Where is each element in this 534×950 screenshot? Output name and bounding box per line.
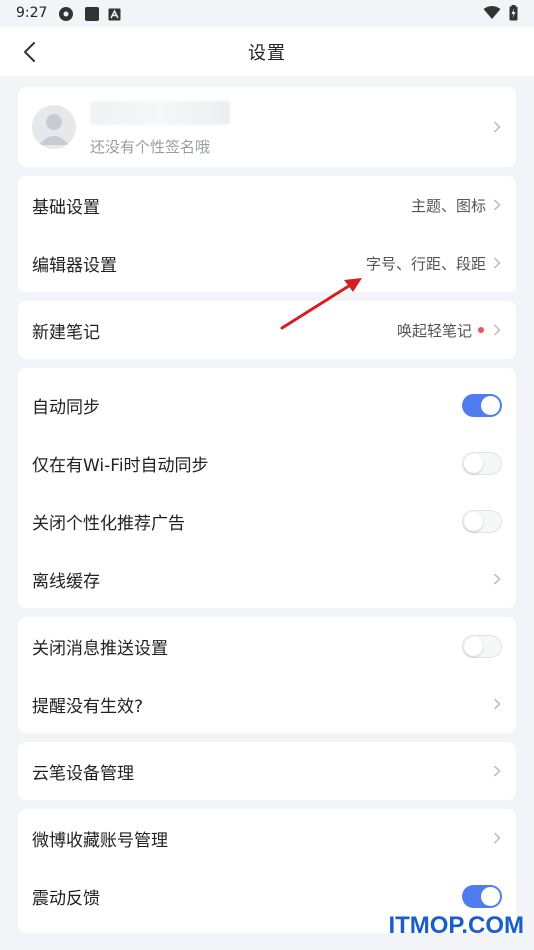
new-badge-dot	[478, 327, 484, 333]
chevron-right-icon	[493, 199, 501, 211]
wifi-icon	[483, 6, 501, 19]
vibration-feedback-toggle[interactable]	[462, 884, 502, 908]
weibo-account-row[interactable]: 微博收藏账号管理	[18, 809, 516, 867]
settings-sync-icon	[59, 7, 73, 21]
row-label: 编辑器设置	[32, 255, 117, 276]
row-label: 基础设置	[32, 197, 100, 218]
device-management-row[interactable]: 云笔设备管理	[18, 742, 516, 800]
row-label: 关闭消息推送设置	[32, 638, 168, 659]
app-notification-icon	[85, 7, 99, 21]
settings-group-sync: 自动同步 仅在有Wi-Fi时自动同步 关闭个性化推荐广告 离线缓存	[18, 368, 516, 608]
chevron-right-icon	[493, 573, 501, 585]
annotation-arrow-icon	[280, 278, 362, 330]
row-label: 自动同步	[32, 397, 100, 418]
row-label: 云笔设备管理	[32, 763, 134, 784]
editor-settings-row[interactable]: 编辑器设置 字号、行距、段距	[18, 234, 516, 292]
settings-group-basic: 基础设置 主题、图标 编辑器设置 字号、行距、段距	[18, 176, 516, 292]
push-notification-toggle[interactable]	[462, 634, 502, 658]
chevron-right-icon	[493, 121, 501, 133]
watermark: ITMOP.COM	[388, 912, 524, 939]
reminder-help-row[interactable]: 提醒没有生效?	[18, 675, 516, 733]
row-label: 微博收藏账号管理	[32, 830, 168, 851]
signature-text: 还没有个性签名哦	[90, 138, 211, 156]
chevron-right-icon	[493, 765, 501, 777]
settings-group-new-note: 新建笔记 唤起轻笔记	[18, 301, 516, 359]
wifi-only-sync-row: 仅在有Wi-Fi时自动同步	[18, 434, 516, 492]
new-note-row[interactable]: 新建笔记 唤起轻笔记	[18, 301, 516, 359]
font-notification-icon	[108, 8, 121, 21]
page-title: 设置	[248, 42, 286, 64]
nav-bar: 设置	[0, 27, 534, 76]
row-label: 震动反馈	[32, 888, 100, 909]
personalized-ads-toggle[interactable]	[462, 509, 502, 533]
profile-card[interactable]: 还没有个性签名哦	[18, 87, 516, 167]
row-label: 关闭个性化推荐广告	[32, 513, 185, 534]
row-label: 离线缓存	[32, 571, 100, 592]
row-value: 主题、图标	[410, 196, 486, 215]
row-value: 唤起轻笔记	[396, 321, 472, 340]
row-label: 新建笔记	[32, 322, 100, 343]
row-label: 提醒没有生效?	[32, 696, 144, 717]
chevron-right-icon	[493, 324, 501, 336]
row-value: 字号、行距、段距	[365, 254, 486, 273]
status-bar: 9:27	[0, 0, 534, 27]
auto-sync-row: 自动同步	[18, 376, 516, 434]
row-label: 仅在有Wi-Fi时自动同步	[32, 455, 209, 476]
status-time: 9:27	[16, 5, 48, 21]
chevron-right-icon	[493, 257, 501, 269]
settings-group-devices: 云笔设备管理	[18, 742, 516, 800]
chevron-right-icon	[493, 698, 501, 710]
settings-group-notifications: 关闭消息推送设置 提醒没有生效?	[18, 617, 516, 733]
basic-settings-row[interactable]: 基础设置 主题、图标	[18, 176, 516, 234]
chevron-right-icon	[493, 832, 501, 844]
username-blurred	[90, 101, 230, 125]
battery-charging-icon	[509, 5, 518, 21]
personalized-ads-row: 关闭个性化推荐广告	[18, 492, 516, 550]
push-notification-row: 关闭消息推送设置	[18, 617, 516, 675]
back-arrow-icon[interactable]	[20, 40, 42, 64]
auto-sync-toggle[interactable]	[462, 393, 502, 417]
offline-cache-row[interactable]: 离线缓存	[18, 550, 516, 608]
user-avatar-icon	[39, 114, 69, 145]
avatar[interactable]	[32, 105, 76, 149]
wifi-only-sync-toggle[interactable]	[462, 451, 502, 475]
